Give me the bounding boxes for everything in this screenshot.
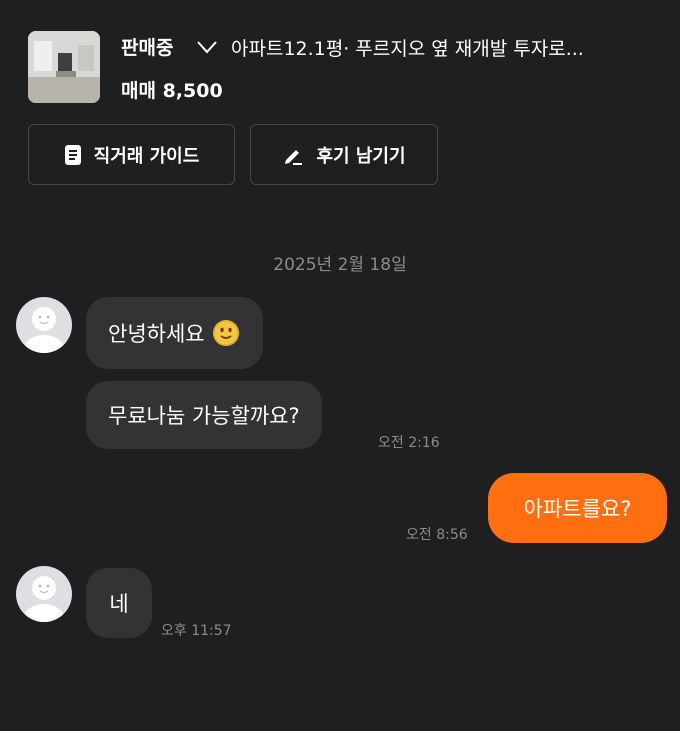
- listing-price: 매매 8,500: [121, 80, 223, 102]
- default-avatar-icon: [24, 576, 64, 622]
- document-icon: [64, 144, 81, 165]
- message-timestamp: 오전 2:16: [378, 435, 440, 451]
- pencil-icon: [285, 149, 303, 165]
- trade-guide-button[interactable]: 직거래 가이드: [28, 124, 235, 185]
- listing-title[interactable]: 아파트12.1평· 푸르지오 옆 재개발 투자로...: [231, 34, 661, 61]
- message-text: 네: [109, 592, 129, 616]
- message-bubble-incoming[interactable]: 네: [86, 568, 152, 638]
- message-timestamp: 오전 8:56: [406, 527, 468, 543]
- message-text: 안녕하세요: [108, 322, 205, 346]
- avatar[interactable]: [16, 297, 72, 353]
- message-bubble-outgoing[interactable]: 아파트를요?: [488, 473, 667, 543]
- chat-date-divider: 2025년 2월 18일: [273, 255, 407, 275]
- message-bubble-incoming[interactable]: 무료나눔 가능할까요?: [86, 381, 322, 449]
- message-text: 무료나눔 가능할까요?: [108, 404, 300, 428]
- listing-status-dropdown[interactable]: 판매중: [121, 33, 173, 60]
- avatar[interactable]: [16, 566, 72, 622]
- chevron-down-icon[interactable]: [196, 38, 218, 56]
- trade-guide-label: 직거래 가이드: [93, 145, 200, 167]
- message-text: 아파트를요?: [523, 497, 632, 521]
- listing-thumbnail[interactable]: [28, 31, 100, 103]
- message-bubble-incoming[interactable]: 안녕하세요: [86, 297, 263, 369]
- slightly-smiling-face-emoji: [212, 320, 239, 346]
- message-timestamp: 오후 11:57: [161, 623, 232, 639]
- write-review-button[interactable]: 후기 남기기: [250, 124, 438, 185]
- write-review-label: 후기 남기기: [316, 145, 406, 167]
- default-avatar-icon: [24, 307, 64, 353]
- chat-screen: 판매중 아파트12.1평· 푸르지오 옆 재개발 투자로... 매매 8,500…: [0, 0, 680, 731]
